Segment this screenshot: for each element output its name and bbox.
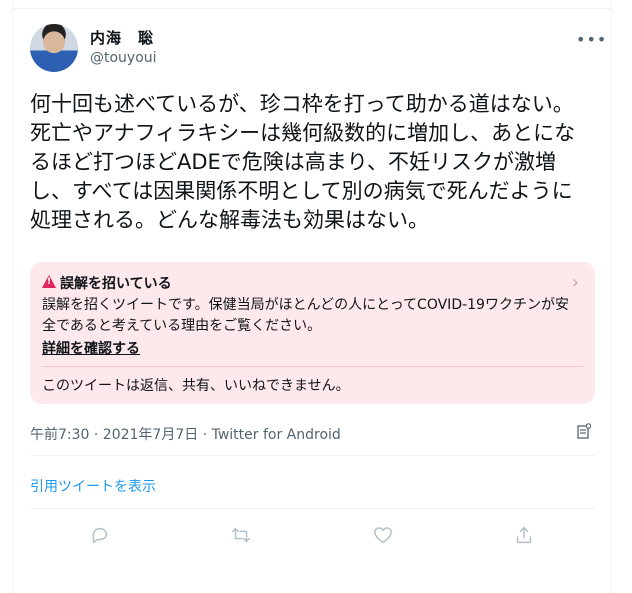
share-icon[interactable] <box>513 524 535 546</box>
avatar[interactable] <box>30 24 78 72</box>
divider <box>30 508 595 509</box>
misleading-notice[interactable]: ! 誤解を招いている › 誤解を招くツイートです。保健当局がほとんどの人にとって… <box>30 262 595 404</box>
tweet-timestamp[interactable]: 午前7:30 · 2021年7月7日 · Twitter for Android <box>30 424 341 444</box>
tweet-text: 何十回も述べているが、珍コ枠を打って助かる道はない。死亡やアナフィラキシーは幾何… <box>30 92 576 232</box>
more-dots-icon[interactable]: ••• <box>576 30 607 49</box>
quote-tweets-link[interactable]: 引用ツイートを表示 <box>30 476 156 496</box>
like-icon[interactable] <box>372 524 394 546</box>
analytics-icon[interactable] <box>577 423 592 439</box>
reply-icon[interactable] <box>89 524 111 546</box>
top-divider <box>12 8 612 9</box>
notice-divider <box>42 366 583 367</box>
chevron-right-icon[interactable]: › <box>572 272 579 293</box>
divider <box>30 455 595 456</box>
warning-triangle-icon: ! <box>42 275 56 288</box>
notice-title: 誤解を招いている <box>60 276 172 292</box>
notice-body: 誤解を招くツイートです。保健当局がほとんどの人にとってCOVID-19ワクチンが… <box>42 297 569 334</box>
notice-footer: このツイートは返信、共有、いいねできません。 <box>42 378 350 394</box>
retweet-icon[interactable] <box>230 524 252 546</box>
user-name[interactable]: 内海 聡 <box>90 27 154 48</box>
user-handle[interactable]: @touyoui <box>90 50 157 66</box>
learn-more-link[interactable]: 詳細を確認する <box>42 338 140 358</box>
